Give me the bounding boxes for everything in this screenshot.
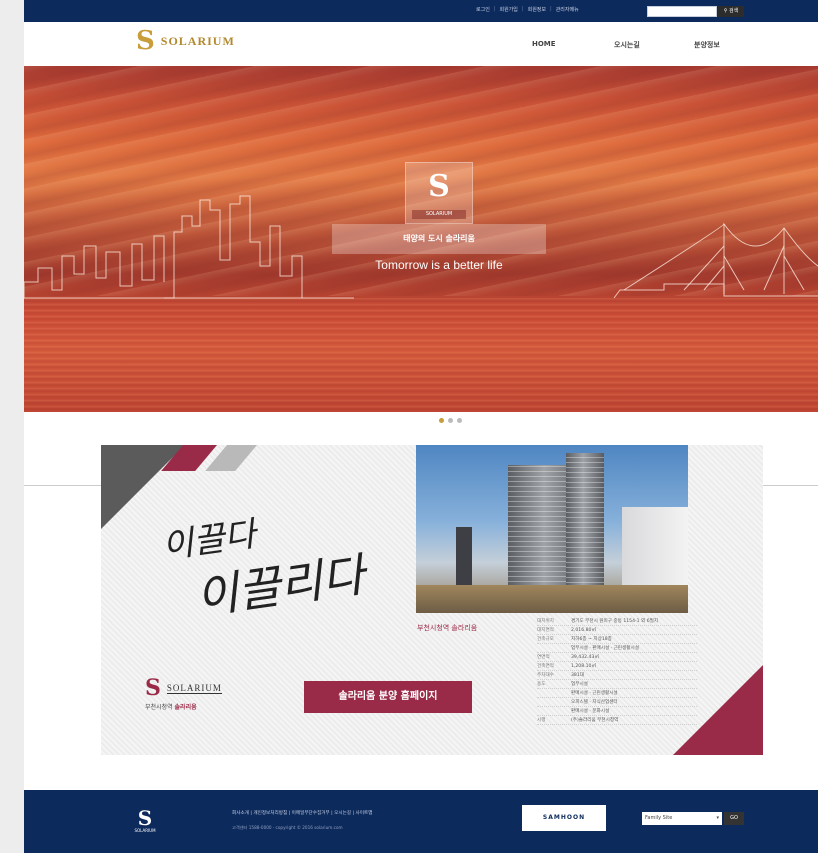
promo-logo-wordmark: SOLARIUM (166, 682, 222, 694)
spec-key (537, 699, 571, 705)
slider-dot[interactable] (448, 418, 453, 423)
spec-key: 건축규모 (537, 637, 554, 642)
footer-logo-wordmark: SOLARIUM (134, 828, 156, 833)
search-input[interactable] (647, 6, 717, 17)
spec-row: 대지위치 경기도 부천시 원미구 중동 1154-1 외 6필지 (537, 617, 697, 626)
spec-key (537, 645, 571, 651)
hero-caption-box: 태양의 도시 솔라리움 (332, 224, 546, 254)
site-footer: S SOLARIUM 회사소개 | 개인정보처리방침 | 이메일무단수집거부 |… (24, 790, 818, 853)
calligraphy-slogan: 이끌다 이끌리다 (160, 505, 368, 624)
divider: | (493, 6, 496, 12)
top-links: 로그인 | 회원가입 | 회원정보 | 관리자메뉴 (476, 6, 579, 13)
site-logo[interactable]: S SOLARIUM (136, 28, 235, 54)
footer-brand-logo[interactable]: SAMHOON (522, 805, 606, 831)
slider-dot[interactable] (439, 418, 444, 423)
footer-links[interactable]: 회사소개 | 개인정보처리방침 | 이메일무단수집거부 | 오시는길 | 사이트… (232, 810, 372, 816)
divider (24, 485, 101, 486)
family-site-label: Family Site (645, 815, 673, 821)
side-building (622, 507, 688, 597)
top-link-member[interactable]: 회원정보 (528, 6, 546, 13)
sales-homepage-button[interactable]: 솔라리움 분양 홈페이지 (304, 681, 472, 713)
hero-tagline: Tomorrow is a better life (375, 258, 503, 272)
slider-pagination (439, 418, 462, 423)
spec-value: 지하6층 ~ 지상18층 (571, 637, 612, 642)
main-building-tower (566, 453, 604, 593)
divider: | (521, 6, 524, 12)
chevron-down-icon: ▾ (716, 815, 719, 821)
spec-key (537, 708, 571, 714)
hero-banner: S SOLARIUM 태양의 도시 솔라리움 Tomorrow is a bet… (24, 66, 818, 412)
footer-copyright: 고객센터 1588-0000 · copyright © 2016 solari… (232, 825, 343, 830)
top-link-admin[interactable]: 관리자메뉴 (556, 6, 579, 13)
site-header: S SOLARIUM HOME 오시는길 분양정보 (24, 22, 818, 66)
spec-value: 경기도 부천시 원미구 중동 1154-1 외 6필지 (571, 619, 659, 624)
family-site-select[interactable]: Family Site ▾ (642, 812, 722, 825)
spec-key: 건축면적 (537, 664, 554, 669)
hero-sea (24, 298, 818, 412)
spec-key: 대지위치 (537, 619, 554, 624)
page: 로그인 | 회원가입 | 회원정보 | 관리자메뉴 ⚲ 검색 S SOLARIU… (24, 0, 818, 853)
promo-logo-sub: 부천시청역 솔라리움 (145, 702, 222, 711)
search-button[interactable]: ⚲ 검색 (718, 6, 744, 17)
nav-sales-info[interactable]: 분양정보 (694, 40, 720, 50)
hero-logo-badge: S SOLARIUM (405, 162, 473, 224)
divider (763, 485, 818, 486)
spec-value: 39,432.43㎡ (571, 655, 599, 660)
hero-logo-wordmark: SOLARIUM (412, 210, 466, 219)
decor-triangle-red (673, 665, 763, 755)
family-site-go-button[interactable]: GO (724, 812, 744, 825)
top-utility-bar: 로그인 | 회원가입 | 회원정보 | 관리자메뉴 ⚲ 검색 (24, 0, 818, 22)
spec-key (537, 690, 571, 696)
footer-logo: S SOLARIUM (130, 808, 160, 833)
hero-logo-s-icon: S (428, 169, 450, 204)
spec-row: 업무시설 · 판매시설 · 근린생활시설 (537, 644, 697, 653)
spec-key: 대지면적 (537, 628, 554, 633)
spec-row: 대지면적 2,016.80㎡ (537, 626, 697, 635)
nav-location[interactable]: 오시는길 (614, 40, 640, 50)
spec-value: 2,016.80㎡ (571, 628, 597, 633)
street-level (416, 585, 688, 613)
logo-s-icon: S (136, 26, 155, 56)
spec-key: 연면적 (537, 655, 550, 660)
promo-logo-sub-name: 솔라리움 (174, 704, 197, 711)
top-link-login[interactable]: 로그인 (476, 6, 490, 13)
top-link-join[interactable]: 회원가입 (500, 6, 518, 13)
building-rendering (416, 445, 688, 613)
spec-key: 시행 (537, 718, 546, 723)
promo-section: 이끌다 이끌리다 부천시청역 솔라리움 대지위치 경기도 부천시 원미구 중동 1… (101, 445, 763, 755)
logo-wordmark: SOLARIUM (160, 33, 235, 48)
promo-logo-sub-prefix: 부천시청역 (145, 704, 173, 711)
tower-dark (456, 527, 472, 587)
promo-logo-s-icon: S (145, 675, 161, 701)
spec-row: 연면적 39,432.43㎡ (537, 653, 697, 662)
hero-caption: 태양의 도시 솔라리움 (403, 234, 475, 243)
search-button-label: 검색 (729, 8, 739, 14)
divider: | (550, 6, 552, 12)
spec-key: 용도 (537, 682, 546, 687)
photo-caption: 부천시청역 솔라리움 (417, 624, 478, 632)
footer-logo-s-icon: S (137, 806, 153, 830)
spec-row: 건축규모 지하6층 ~ 지상18층 (537, 635, 697, 644)
spec-value: 업무시설 · 판매시설 · 근린생활시설 (571, 646, 639, 651)
promo-logo: S SOLARIUM 부천시청역 솔라리움 (145, 677, 222, 711)
search-icon: ⚲ (723, 8, 728, 14)
nav-home[interactable]: HOME (532, 40, 556, 48)
slider-dot[interactable] (457, 418, 462, 423)
spec-key: 주차대수 (537, 673, 554, 678)
